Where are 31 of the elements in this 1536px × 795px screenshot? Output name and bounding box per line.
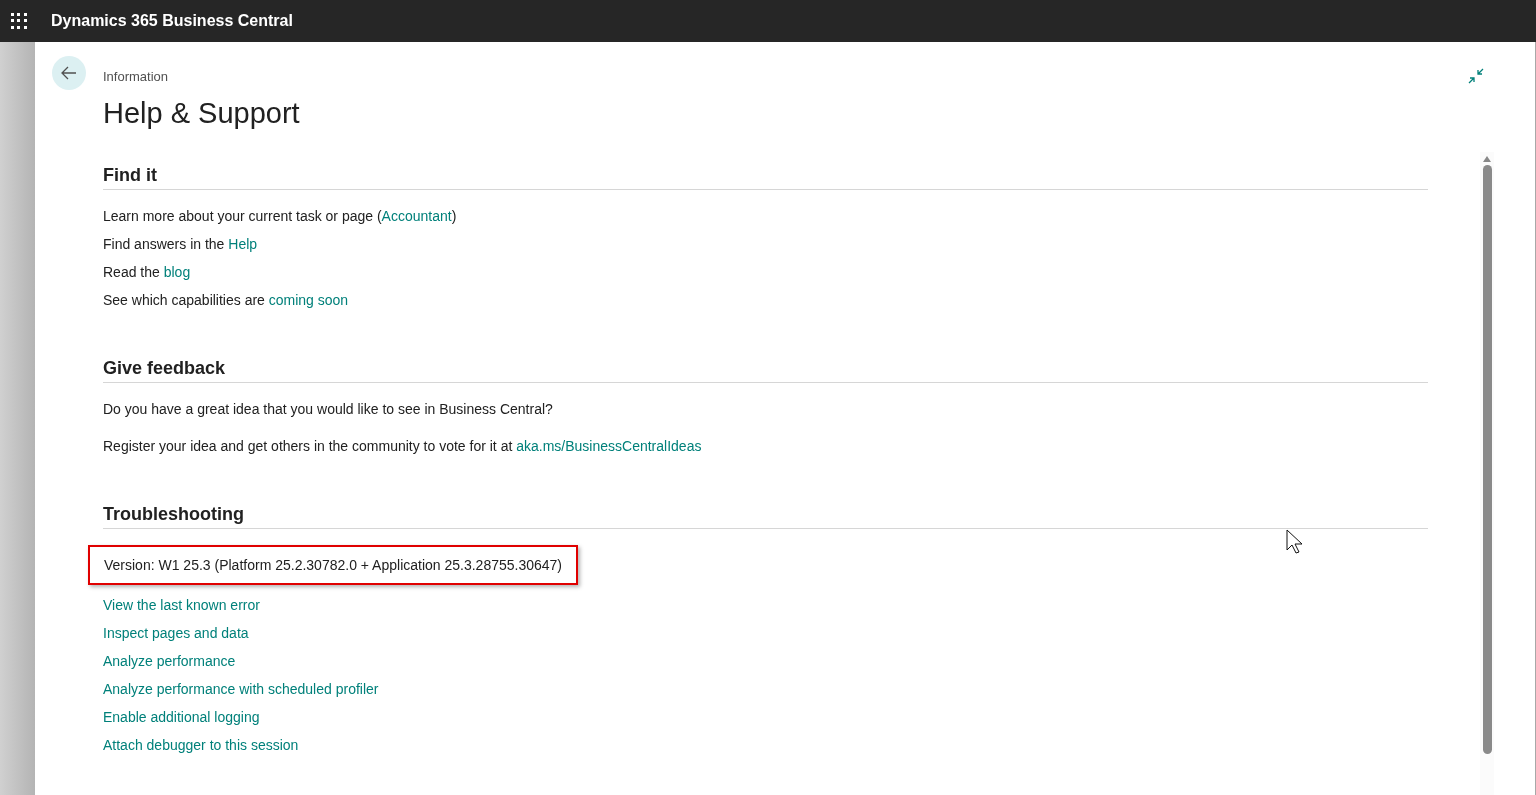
section-heading: Troubleshooting (103, 502, 245, 526)
mouse-cursor-icon (1286, 529, 1304, 555)
back-button[interactable] (52, 56, 86, 90)
page-caption: Information (103, 68, 170, 86)
troubleshooting-link[interactable]: View the last known error (103, 596, 260, 613)
troubleshooting-link[interactable]: Inspect pages and data (103, 624, 249, 641)
scrollbar-thumb[interactable] (1482, 165, 1492, 754)
help-text: Read the blog (103, 262, 192, 282)
help-text: Register your idea and get others in the community to vote for it at aka.ms/BusinessCentralIdeas (103, 436, 703, 456)
page-title: Help & Support (103, 95, 300, 131)
section-heading: Give feedback (103, 356, 227, 380)
help-text: Do you have a great idea that you would like to see in Business Central? (103, 399, 554, 419)
troubleshooting-link[interactable]: Analyze performance (103, 652, 236, 669)
help-text: Find answers in the Help (103, 234, 259, 254)
help-text: See which capabilities are coming soon (103, 290, 350, 310)
troubleshooting-link[interactable]: Attach debugger to this session (103, 736, 299, 753)
troubleshooting-link[interactable]: Enable additional logging (103, 708, 260, 725)
app-launcher-icon[interactable] (11, 13, 27, 29)
help-link[interactable]: Help (228, 235, 258, 252)
version-text: Version: W1 25.3 (Platform 25.2.30782.0 + Application 25.3.28755.30647) (88, 544, 579, 585)
scroll-up-icon[interactable] (1483, 156, 1491, 162)
troubleshooting-link[interactable]: Analyze performance with scheduled profiler (103, 680, 379, 697)
help-link[interactable]: blog (163, 263, 191, 280)
section-heading: Find it (103, 163, 158, 187)
help-link[interactable]: Accountant (381, 207, 452, 224)
collapse-icon[interactable] (1468, 68, 1484, 84)
help-link[interactable]: aka.ms/BusinessCentralIdeas (516, 437, 702, 454)
app-title: Dynamics 365 Business Central (51, 11, 293, 31)
help-text: Learn more about your current task or page (Accountant) (103, 206, 458, 226)
help-link[interactable]: coming soon (268, 291, 349, 308)
back-arrow-icon (61, 66, 77, 80)
